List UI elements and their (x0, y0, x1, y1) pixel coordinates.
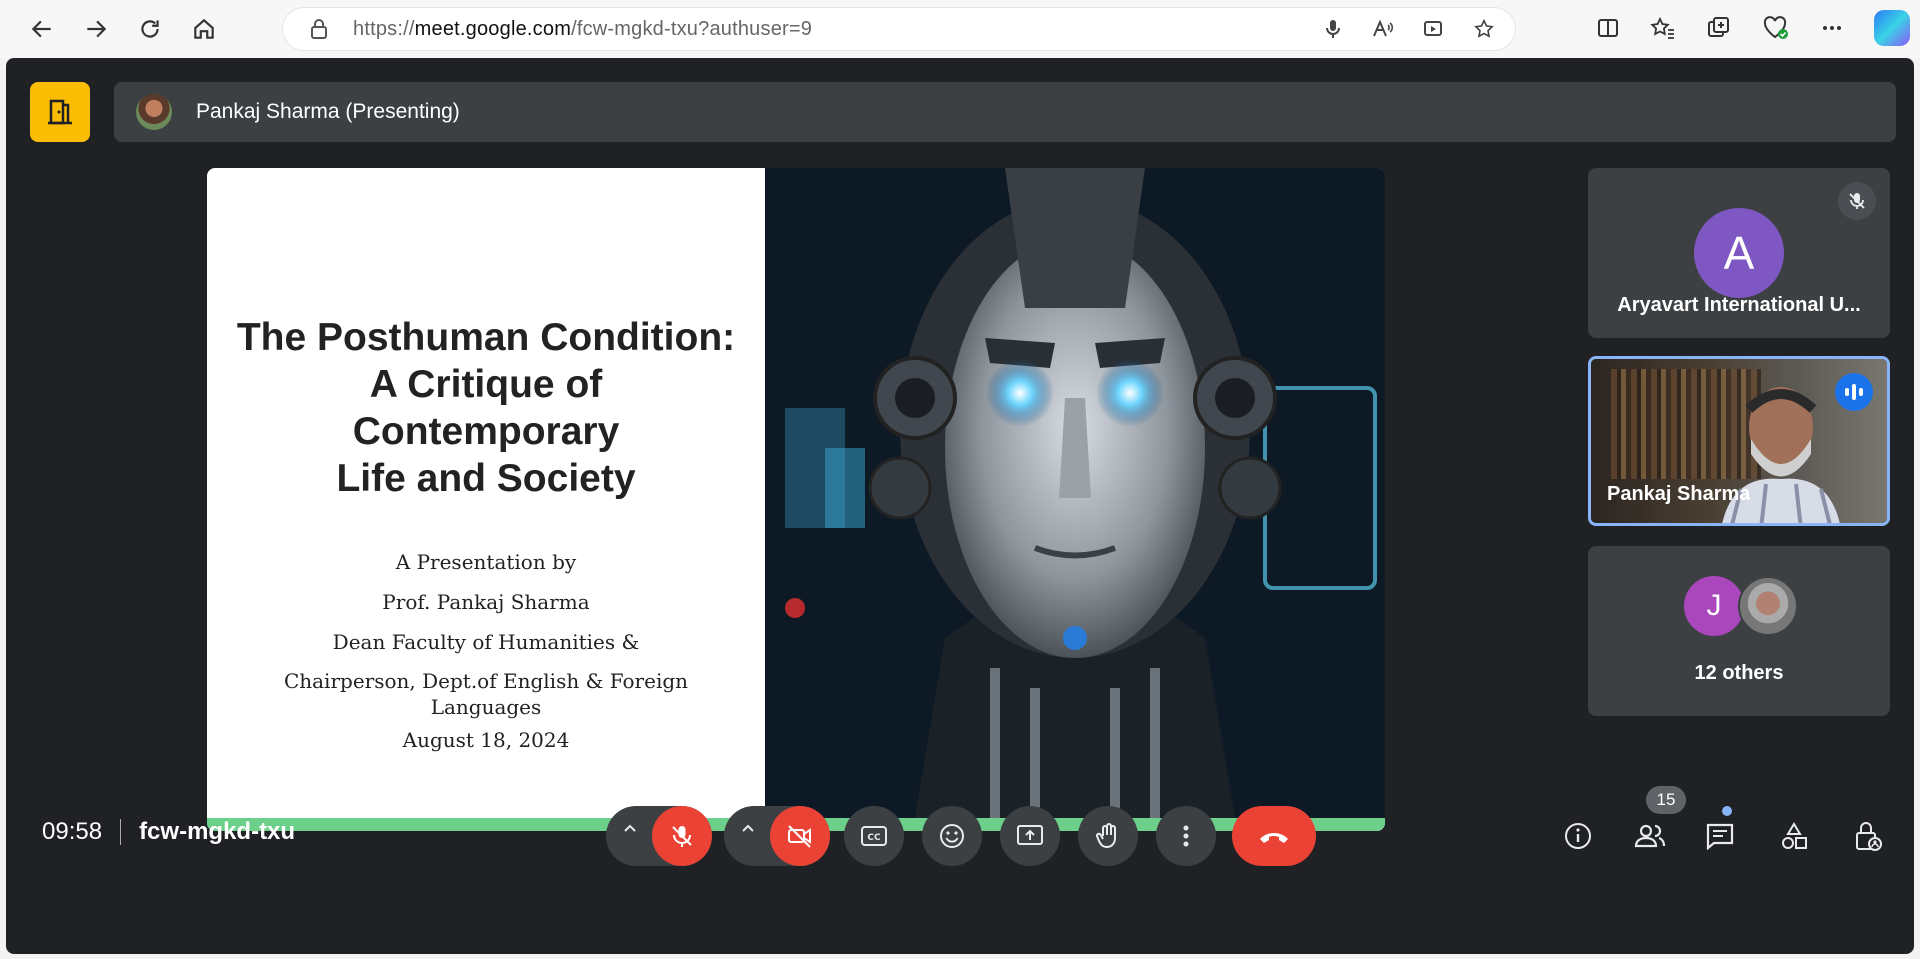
slide-title: The Posthuman Condition: A Critique of C… (236, 316, 736, 500)
url-path: /fcw-mgkd-txu?authuser=9 (571, 17, 813, 40)
slide-text-panel: The Posthuman Condition: A Critique of C… (207, 168, 765, 818)
meeting-info: 09:58 fcw-mgkd-txu (42, 818, 295, 846)
meeting-code: fcw-mgkd-txu (139, 818, 296, 845)
host-controls-button[interactable] (1844, 812, 1892, 860)
more-options-button[interactable] (1156, 806, 1216, 866)
people-icon (1634, 824, 1666, 848)
present-screen-button[interactable] (1000, 806, 1060, 866)
people-button[interactable] (1626, 812, 1674, 860)
chat-button[interactable] (1696, 812, 1744, 860)
slide-line-3: Dean Faculty of Humanities & (332, 630, 640, 654)
leave-call-button[interactable] (1232, 806, 1316, 866)
reactions-button[interactable] (922, 806, 982, 866)
raise-hand-button[interactable] (1078, 806, 1138, 866)
camera-off-icon (788, 825, 811, 848)
presenter-bar: Pankaj Sharma (Presenting) (114, 82, 1896, 142)
url-prefix: https:// (353, 17, 415, 40)
lock-icon[interactable] (309, 18, 333, 40)
camera-toggle-button[interactable] (770, 806, 830, 866)
speaking-indicator-icon (1835, 373, 1873, 411)
favorites-icon[interactable] (1650, 16, 1676, 40)
participant-name: Aryavart International U... (1617, 294, 1861, 316)
present-screen-icon (1017, 825, 1043, 845)
favorite-star-icon[interactable] (1473, 18, 1495, 40)
info-icon (1565, 823, 1591, 849)
slide-line-2: Prof. Pankaj Sharma (382, 590, 590, 614)
participant-avatar: A (1694, 208, 1784, 298)
microphone-icon[interactable] (1323, 18, 1343, 40)
emoji-icon (940, 824, 964, 848)
more-vert-icon (1183, 825, 1189, 847)
door-icon (48, 99, 72, 125)
mic-toggle-button[interactable] (652, 806, 712, 866)
chat-icon (1706, 823, 1734, 850)
others-count-label: 12 others (1694, 662, 1784, 684)
participant-tile-aryavart[interactable]: A Aryavart International U... (1588, 168, 1890, 338)
slide-body: A Presentation by Prof. Pankaj Sharma De… (207, 548, 765, 766)
more-options-icon[interactable] (1820, 16, 1844, 40)
url-host: meet.google.com (414, 17, 572, 40)
participant-name: Pankaj Sharma (1607, 483, 1751, 505)
reload-icon[interactable] (130, 9, 170, 49)
leave-fullscreen-button[interactable] (30, 82, 90, 142)
meeting-details-button[interactable] (1554, 812, 1602, 860)
participants-others-tile[interactable]: J 12 others (1588, 546, 1890, 716)
mic-off-icon (1838, 182, 1876, 220)
app-available-icon[interactable] (1423, 18, 1445, 40)
lock-person-icon (1856, 822, 1882, 851)
slide-line-4: Chairperson, Dept.of English & Foreign L… (283, 669, 689, 719)
slide-date: August 18, 2024 (402, 728, 570, 752)
split-screen-icon[interactable] (1596, 16, 1620, 40)
home-icon[interactable] (184, 9, 224, 49)
camera-options-chevron-icon[interactable] (739, 820, 757, 838)
copilot-icon[interactable] (1874, 10, 1910, 46)
captions-icon: CC (861, 826, 887, 846)
browser-toolbar: https://meet.google.com/fcw-mgkd-txu?aut… (0, 0, 1920, 58)
collections-icon[interactable] (1706, 15, 1732, 41)
forward-icon[interactable] (76, 9, 116, 49)
svg-text:CC: CC (867, 833, 881, 843)
captions-button[interactable]: CC (844, 806, 904, 866)
back-icon[interactable] (22, 9, 62, 49)
participant-photo-avatar (1738, 576, 1798, 636)
meeting-time: 09:58 (42, 818, 103, 845)
hand-icon (1096, 823, 1116, 849)
hang-up-icon (1260, 833, 1288, 843)
presenter-avatar (136, 94, 172, 130)
presentation-slide: The Posthuman Condition: A Critique of C… (207, 168, 1385, 831)
robot-image (765, 168, 1385, 818)
mic-options-chevron-icon[interactable] (621, 820, 639, 838)
robot-illustration (765, 168, 1385, 818)
address-bar[interactable]: https://meet.google.com/fcw-mgkd-txu?aut… (283, 8, 1515, 50)
slide-line-1: A Presentation by (395, 550, 577, 574)
activities-button[interactable] (1770, 812, 1818, 860)
meet-window: Pankaj Sharma (Presenting) The Posthuman… (6, 58, 1914, 954)
browser-essentials-icon[interactable] (1762, 15, 1790, 41)
presenter-label: Pankaj Sharma (Presenting) (196, 100, 460, 123)
read-aloud-icon[interactable] (1371, 18, 1395, 40)
activities-shapes-icon (1782, 822, 1807, 849)
mic-off-icon (672, 826, 692, 847)
url-text: https://meet.google.com/fcw-mgkd-txu?aut… (353, 18, 812, 41)
people-count-badge: 15 (1646, 786, 1686, 814)
participant-tile-pankaj[interactable]: Pankaj Sharma (1588, 356, 1890, 526)
participant-avatar: J (1684, 576, 1744, 636)
